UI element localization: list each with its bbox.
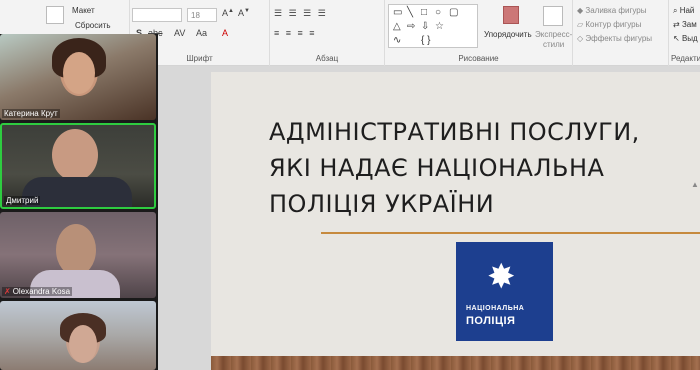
star-icon[interactable]: ☆	[435, 21, 444, 32]
participant-tile[interactable]: Катерина Крут	[0, 34, 156, 120]
mic-muted-icon: ✗	[4, 287, 11, 296]
shape-outline-button[interactable]: ▱ Контур фигуры	[577, 20, 641, 29]
arrange-button[interactable]: Упорядочить	[484, 30, 532, 39]
title-line-3: ПОЛІЦІЯ УКРАЇНИ	[269, 190, 495, 218]
participant-face-inner	[63, 52, 95, 94]
shape-fill-button[interactable]: ◆ Заливка фигуры	[577, 6, 646, 15]
font-size-input[interactable]: 18	[187, 8, 217, 22]
participant-name: Дмитрий	[4, 196, 41, 205]
wood-texture	[211, 356, 700, 370]
font-color-icon[interactable]: A	[222, 28, 228, 38]
title-line-2: ЯКІ НАДАЄ НАЦІОНАЛЬНА	[269, 154, 605, 182]
participant-face	[56, 224, 96, 276]
spacing-icon[interactable]: AV	[174, 28, 185, 38]
layout-button[interactable]: Макет	[72, 6, 95, 15]
new-slide-icon[interactable]	[46, 6, 64, 24]
arrange-icon[interactable]	[503, 6, 519, 24]
change-case-icon[interactable]: Aa	[196, 28, 207, 38]
logo-line-2: ПОЛІЦІЯ	[466, 315, 516, 327]
arrow-down-icon[interactable]: ⇩	[421, 21, 429, 32]
rounded-rect-icon[interactable]: ▢	[449, 7, 458, 18]
select-label: Выд	[681, 34, 698, 43]
line-icon[interactable]: ╲	[407, 7, 413, 18]
oval-icon[interactable]: ○	[435, 7, 441, 18]
participant-name-label: ✗ Olexandra Kosa	[2, 287, 73, 296]
shapes-gallery[interactable]: ▭ ╲ □ ○ ▢ △ ⇨ ⇩ ☆ ∿ { }	[388, 4, 478, 48]
shape-format-group: ◆ Заливка фигуры ▱ Контур фигуры ◇ Эффек…	[573, 0, 669, 66]
participant-face	[52, 129, 98, 181]
find-button[interactable]: ⌕ Най	[673, 6, 694, 16]
shape-outline-label: Контур фигуры	[585, 20, 642, 29]
textbox-icon[interactable]: ▭	[393, 7, 402, 18]
rectangle-icon[interactable]: □	[421, 7, 427, 18]
police-star-icon: ✸	[487, 258, 516, 296]
scroll-up-icon[interactable]: ▲	[691, 180, 699, 189]
bullets-icon[interactable]: ☰ ☰ ☰ ☰	[274, 8, 328, 19]
shape-effects-button[interactable]: ◇ Эффекты фигуры	[577, 34, 652, 43]
participant-name: Olexandra Kosa	[12, 287, 71, 296]
shape-fill-label: Заливка фигуры	[585, 6, 647, 15]
participant-name: Катерина Крут	[2, 109, 60, 118]
quick-styles-icon[interactable]	[543, 6, 563, 26]
participant-tile[interactable]	[0, 301, 156, 370]
editing-group-label: Редакти	[671, 54, 700, 63]
participant-tile[interactable]: ✗ Olexandra Kosa	[0, 212, 156, 298]
participant-face-inner	[69, 325, 97, 363]
slide[interactable]: АДМІНІСТРАТИВНІ ПОСЛУГИ, ЯКІ НАДАЄ НАЦІО…	[211, 72, 700, 370]
quick-styles-label-1[interactable]: Экспресс-	[535, 30, 572, 39]
logo-line-1: НАЦІОНАЛЬНА	[466, 305, 525, 312]
quick-styles-label-2[interactable]: стили	[543, 40, 564, 49]
brace-icon[interactable]: { }	[421, 35, 430, 46]
editing-group: ⌕ Най ⇄ Зам ↖ Выд Редакти	[669, 0, 700, 66]
paragraph-group-label: Абзац	[315, 54, 339, 63]
select-button[interactable]: ↖ Выд	[673, 34, 698, 43]
shape-effects-label: Эффекты фигуры	[585, 34, 653, 43]
triangle-icon[interactable]: △	[393, 21, 401, 32]
grow-font-icon[interactable]: A▲	[222, 8, 234, 18]
drawing-group: ▭ ╲ □ ○ ▢ △ ⇨ ⇩ ☆ ∿ { } Упорядочить Эксп…	[385, 0, 573, 66]
video-panel: Катерина Крут Дмитрий ✗ Olexandra Kosa	[0, 34, 158, 370]
font-name-input[interactable]	[132, 8, 182, 22]
drawing-group-label: Рисование	[458, 54, 499, 63]
replace-label: Зам	[681, 20, 697, 29]
slide-title[interactable]: АДМІНІСТРАТИВНІ ПОСЛУГИ, ЯКІ НАДАЄ НАЦІО…	[269, 114, 699, 222]
arrow-right-icon[interactable]: ⇨	[407, 21, 415, 32]
replace-button[interactable]: ⇄ Зам	[673, 20, 697, 29]
paragraph-group: ☰ ☰ ☰ ☰ ≡ ≡ ≡ ≡ Абзац	[270, 0, 385, 66]
curve-icon[interactable]: ∿	[393, 35, 401, 46]
find-label: Най	[679, 6, 695, 15]
accent-rule	[321, 232, 700, 234]
shrink-font-icon[interactable]: A▼	[238, 8, 250, 18]
title-line-1: АДМІНІСТРАТИВНІ ПОСЛУГИ,	[269, 118, 640, 146]
police-logo[interactable]: ✸ НАЦІОНАЛЬНА ПОЛІЦІЯ	[456, 242, 553, 341]
align-icon[interactable]: ≡ ≡ ≡ ≡	[274, 28, 317, 38]
participant-tile-active[interactable]: Дмитрий	[0, 123, 156, 209]
reset-button[interactable]: Сбросить	[75, 21, 111, 30]
